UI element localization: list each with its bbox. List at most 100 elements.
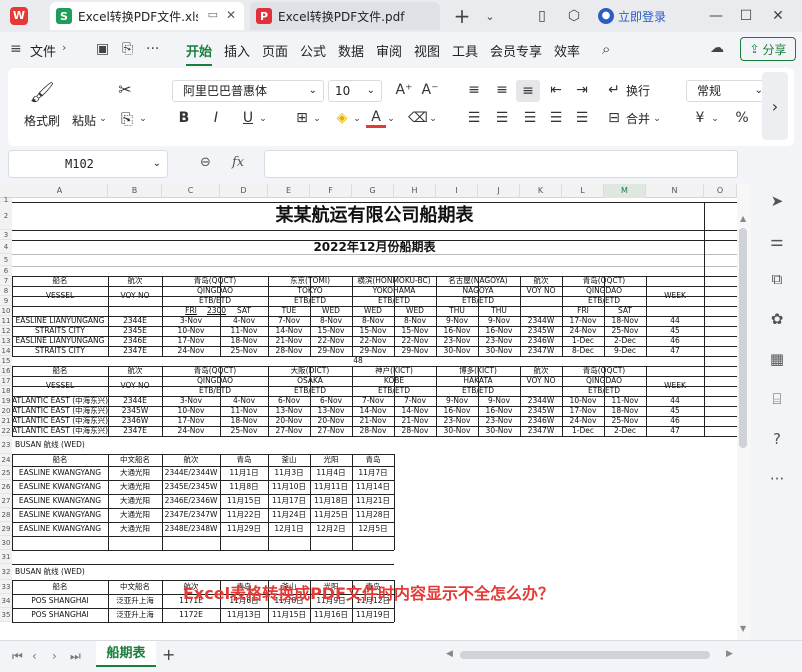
- cell[interactable]: 船名: [12, 580, 108, 594]
- scroll-up-icon[interactable]: ▲: [740, 214, 746, 223]
- cell[interactable]: 2346W: [520, 336, 562, 346]
- number-format-select[interactable]: 常规 ⌄: [686, 80, 770, 102]
- column-header[interactable]: G: [352, 184, 394, 198]
- cell[interactable]: 6-Nov: [310, 396, 352, 406]
- monitor-icon[interactable]: ▭: [208, 8, 218, 21]
- cell[interactable]: 光阳: [310, 454, 352, 466]
- cell[interactable]: 11月15日: [268, 608, 310, 622]
- menu-item-page[interactable]: 页面: [262, 41, 288, 60]
- cell[interactable]: 27-Nov: [268, 426, 310, 436]
- cell[interactable]: 大通光阳: [108, 508, 162, 522]
- row-header[interactable]: 5: [0, 254, 12, 266]
- help-icon[interactable]: ?: [766, 428, 788, 450]
- paste-label[interactable]: 粘贴: [72, 112, 96, 129]
- scissors-icon[interactable]: ✂: [114, 78, 136, 100]
- cell[interactable]: 1172E: [162, 608, 220, 622]
- cell[interactable]: POS SHANGHAI: [12, 594, 108, 608]
- row-header[interactable]: 6: [0, 266, 12, 276]
- cell[interactable]: 45: [646, 406, 704, 416]
- cell[interactable]: 11月17日: [268, 494, 310, 508]
- fx-icon[interactable]: fx: [232, 155, 244, 170]
- row-header[interactable]: 27: [0, 494, 12, 508]
- cell[interactable]: 25-Nov: [604, 416, 646, 426]
- cell[interactable]: 大通光阳: [108, 494, 162, 508]
- cell[interactable]: 2346W: [520, 416, 562, 426]
- cell[interactable]: 22-Nov: [394, 336, 436, 346]
- cell[interactable]: 30-Nov: [478, 426, 520, 436]
- row-header[interactable]: 29: [0, 522, 12, 536]
- export-icon[interactable]: ⎘: [122, 41, 133, 57]
- cell[interactable]: 6-Nov: [268, 396, 310, 406]
- column-header[interactable]: F: [310, 184, 352, 198]
- cell[interactable]: 青岛(QQCT): [162, 366, 268, 376]
- cell[interactable]: 泛亚升上海: [108, 608, 162, 622]
- cell[interactable]: 2345W: [520, 406, 562, 416]
- cell[interactable]: 21-Nov: [268, 336, 310, 346]
- cell[interactable]: 2344E/2344W: [162, 466, 220, 480]
- row-header[interactable]: 9: [0, 296, 12, 306]
- row-header[interactable]: 23: [0, 436, 12, 454]
- cell[interactable]: QINGDAO: [162, 286, 268, 296]
- crop-icon[interactable]: ⧉: [766, 268, 788, 290]
- cell[interactable]: 中文船名: [108, 580, 162, 594]
- cell[interactable]: 2346E/2346W: [162, 494, 220, 508]
- file-menu[interactable]: 文件: [30, 41, 56, 60]
- cell[interactable]: 7-Nov: [268, 316, 310, 326]
- column-header[interactable]: H: [394, 184, 436, 198]
- cell[interactable]: 2346W: [108, 416, 162, 426]
- row-header[interactable]: 7: [0, 276, 12, 286]
- hamburger-icon[interactable]: ≡: [10, 41, 22, 57]
- cell[interactable]: 航次: [108, 276, 162, 286]
- cell[interactable]: 2345W: [108, 406, 162, 416]
- cell[interactable]: 29-Nov: [394, 346, 436, 356]
- menu-item-formula[interactable]: 公式: [300, 41, 326, 60]
- row-header[interactable]: 8: [0, 286, 12, 296]
- column-header[interactable]: L: [562, 184, 604, 198]
- name-box[interactable]: M102 ⌄: [8, 150, 168, 178]
- cell[interactable]: THU: [478, 306, 520, 316]
- cell[interactable]: ATLANTIC EAST (中海东兴): [12, 426, 108, 436]
- add-sheet-button[interactable]: +: [162, 645, 175, 664]
- cell[interactable]: ETB/ETD: [162, 296, 268, 306]
- cell[interactable]: 青岛: [352, 454, 394, 466]
- cell[interactable]: 29-Nov: [352, 346, 394, 356]
- cell[interactable]: 船名: [12, 454, 108, 466]
- cell[interactable]: 17-Nov: [562, 406, 604, 416]
- cell[interactable]: 航次: [108, 366, 162, 376]
- row-header[interactable]: 14: [0, 346, 12, 356]
- row-header[interactable]: 18: [0, 386, 12, 396]
- cell[interactable]: 4-Nov: [220, 396, 268, 406]
- row-header[interactable]: 30: [0, 536, 12, 550]
- align-bottom-icon[interactable]: ≡: [516, 80, 540, 102]
- hscroll-next-icon[interactable]: ▶: [726, 649, 733, 659]
- menu-item-member[interactable]: 会员专享: [490, 41, 542, 60]
- cell[interactable]: 12月5日: [352, 522, 394, 536]
- row-header[interactable]: 31: [0, 550, 12, 564]
- cell[interactable]: 18-Nov: [604, 406, 646, 416]
- row-header[interactable]: 34: [0, 594, 12, 608]
- cell[interactable]: STRAITS CITY: [12, 326, 108, 336]
- cell[interactable]: 18-Nov: [220, 336, 268, 346]
- indent-decrease-icon[interactable]: ⇤: [546, 80, 566, 100]
- cell[interactable]: 2346E: [108, 336, 162, 346]
- maximize-icon[interactable]: ☐: [736, 6, 756, 26]
- spreadsheet-grid[interactable]: ABCDEFGHIJKLMNO 1 2 3 4 5 6 7 8 9 10 11 12 13 14 15 16 1…: [0, 184, 737, 640]
- menu-item-data[interactable]: 数据: [338, 41, 364, 60]
- cube-icon[interactable]: ⬡: [564, 6, 584, 26]
- cell[interactable]: 21-Nov: [394, 416, 436, 426]
- column-header[interactable]: I: [436, 184, 478, 198]
- chevron-down-icon[interactable]: ⌄: [710, 112, 720, 126]
- cell[interactable]: 20-Nov: [310, 416, 352, 426]
- cell[interactable]: 24-Nov: [562, 416, 604, 426]
- cell[interactable]: 30-Nov: [436, 346, 478, 356]
- cell[interactable]: 27-Nov: [310, 426, 352, 436]
- row-header[interactable]: 2: [0, 202, 12, 230]
- sheet-title[interactable]: 某某航运有限公司船期表: [12, 202, 737, 230]
- row-header[interactable]: 19: [0, 396, 12, 406]
- busan-title[interactable]: BUSAN 航线 (WED): [12, 436, 220, 454]
- more-dots-icon[interactable]: ···: [766, 468, 788, 490]
- cell[interactable]: 2344W: [520, 316, 562, 326]
- cell[interactable]: TUE: [268, 306, 310, 316]
- cell[interactable]: 17-Nov: [562, 316, 604, 326]
- chevron-down-icon[interactable]: ⌄: [98, 112, 108, 126]
